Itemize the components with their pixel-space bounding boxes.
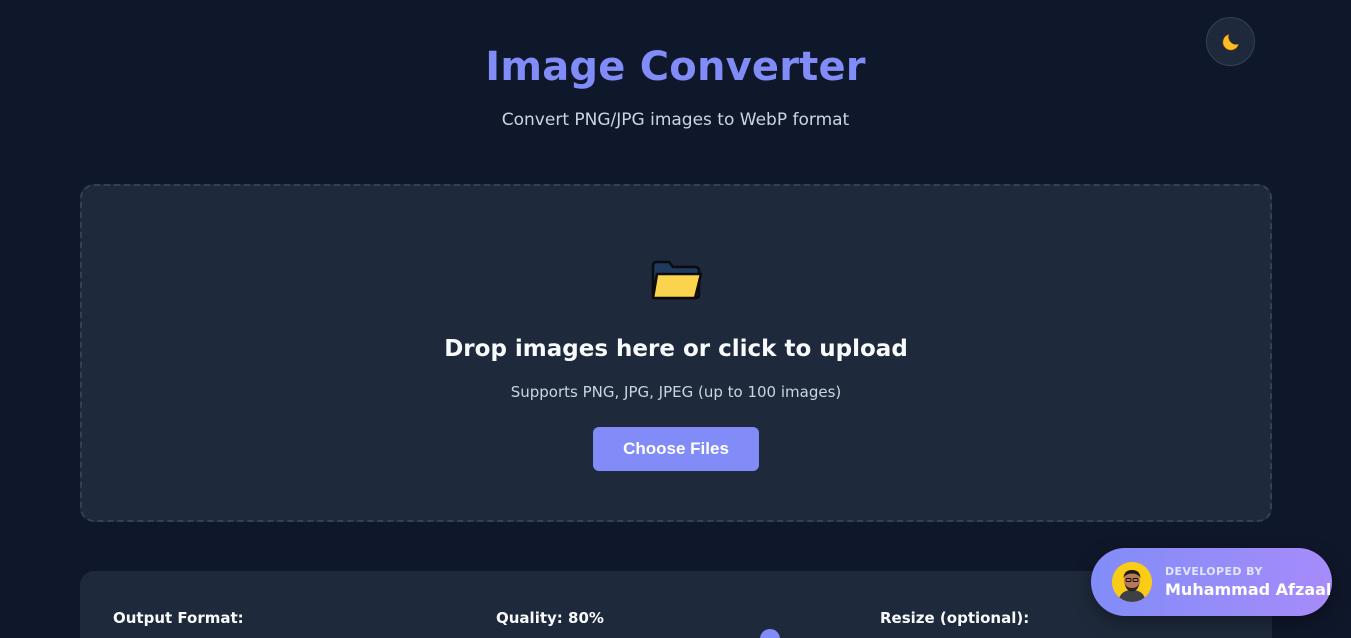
dropzone-hint: Supports PNG, JPG, JPEG (up to 100 image… [510, 383, 842, 401]
choose-files-button[interactable]: Choose Files [593, 427, 759, 471]
quality-slider-thumb[interactable] [760, 629, 780, 638]
developer-badge[interactable]: DEVELOPED BY Muhammad Afzaal [1091, 548, 1332, 616]
avatar [1112, 562, 1152, 602]
app-page: Image Converter Convert PNG/JPG images t… [0, 0, 1351, 638]
developed-by-caption: DEVELOPED BY [1165, 565, 1263, 578]
output-format-label: Output Format: [113, 609, 244, 627]
page-title: Image Converter [485, 44, 866, 90]
resize-label: Resize (optional): [880, 609, 1030, 627]
folder-icon [651, 260, 703, 300]
upload-dropzone[interactable]: Drop images here or click to upload Supp… [80, 184, 1272, 522]
developer-name: Muhammad Afzaal [1165, 580, 1332, 599]
page-subtitle: Convert PNG/JPG images to WebP format [501, 110, 850, 130]
quality-label: Quality: 80% [496, 609, 604, 627]
dropzone-title: Drop images here or click to upload [444, 336, 908, 362]
